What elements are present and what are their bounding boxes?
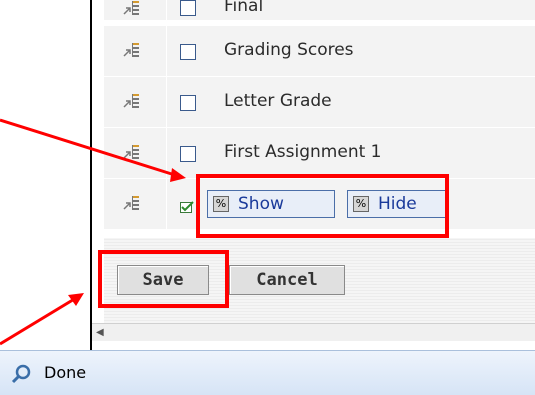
browser-status-bar: Done: [0, 350, 535, 395]
drag-handle-cell[interactable]: [104, 26, 167, 76]
drag-icon[interactable]: [122, 0, 140, 16]
column-label: First Assignment 1: [224, 142, 382, 162]
column-row-final: Final: [104, 0, 535, 21]
magnifier-icon: [11, 364, 31, 384]
highlight-box-save: [98, 250, 229, 308]
drag-handle-cell[interactable]: [104, 128, 167, 178]
left-frame: [10, 0, 92, 350]
column-checkbox[interactable]: [180, 44, 196, 60]
drag-icon[interactable]: [122, 195, 140, 211]
drag-icon[interactable]: [122, 93, 140, 109]
drag-handle-cell[interactable]: [104, 0, 167, 20]
column-label: Letter Grade: [224, 91, 332, 111]
drag-handle-cell[interactable]: [104, 179, 167, 229]
column-row-letter-grade: Letter Grade: [104, 77, 535, 128]
column-checkbox[interactable]: [180, 0, 196, 16]
column-label: Final: [224, 0, 264, 16]
column-row-grading-scores: Grading Scores: [104, 26, 535, 77]
column-row-first-assignment: First Assignment 1: [104, 128, 535, 179]
status-text: Done: [44, 363, 87, 382]
cancel-button[interactable]: Cancel: [229, 265, 345, 295]
scroll-left-icon[interactable]: ◀: [96, 327, 104, 338]
drag-handle-cell[interactable]: [104, 77, 167, 127]
drag-icon[interactable]: [122, 42, 140, 58]
column-label: Grading Scores: [224, 40, 354, 60]
checked-icon[interactable]: [180, 201, 194, 213]
drag-icon[interactable]: [122, 144, 140, 160]
highlight-box-show-hide: [196, 174, 449, 238]
column-checkbox[interactable]: [180, 95, 196, 111]
horizontal-scrollbar[interactable]: ◀: [92, 323, 535, 341]
column-checkbox[interactable]: [180, 146, 196, 162]
